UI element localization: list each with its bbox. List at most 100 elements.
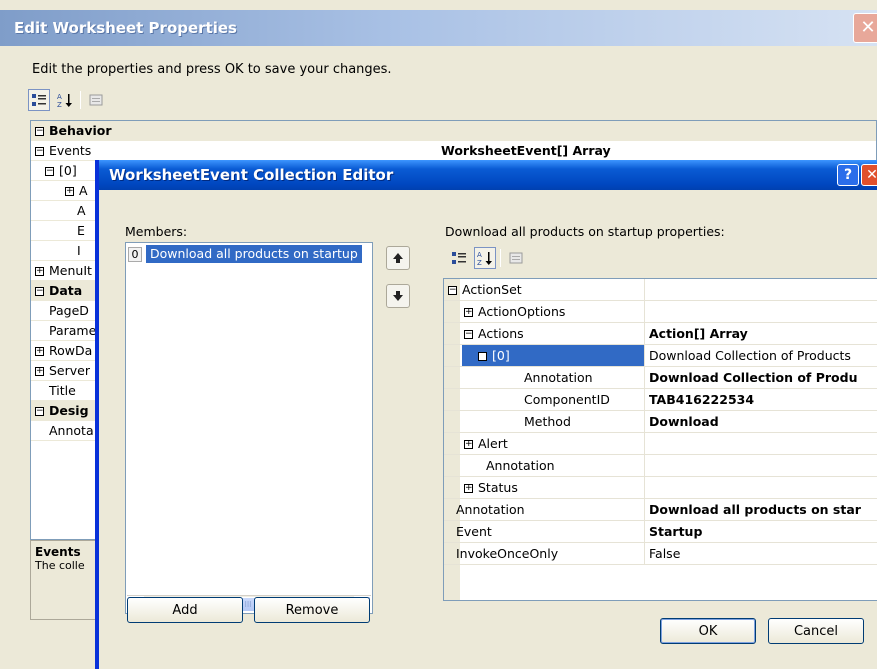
help-title: Events — [35, 545, 81, 559]
property-value[interactable]: TAB416222534 — [644, 389, 877, 410]
collapse-icon[interactable]: − — [45, 167, 54, 176]
expand-icon[interactable]: + — [464, 440, 473, 449]
collapse-icon[interactable]: − — [478, 352, 487, 361]
categorized-icon — [32, 94, 46, 106]
dialog-property-grid[interactable]: − ActionSet + ActionOptions − Actions Action[]… — [443, 278, 877, 601]
help-text: The colle — [35, 559, 85, 572]
dialog-toolbar: AZ — [448, 246, 527, 270]
property-row[interactable]: Annotation Download Collection of Produ — [444, 367, 877, 389]
sort-az-icon: AZ — [477, 251, 492, 266]
collapse-icon[interactable]: − — [35, 287, 44, 296]
property-row[interactable]: + Status — [444, 477, 877, 499]
outer-grid-label: − Behavior — [31, 123, 441, 138]
property-name: − Actions — [464, 323, 524, 344]
list-item[interactable]: 0 Download all products on startup — [128, 245, 362, 263]
property-value[interactable] — [644, 279, 877, 300]
property-row[interactable]: + ActionOptions — [444, 301, 877, 323]
property-value[interactable]: Download all products on star — [644, 499, 877, 520]
outer-toolbar: AZ — [28, 88, 107, 112]
remove-button[interactable]: Remove — [254, 597, 370, 623]
expand-icon[interactable]: + — [65, 187, 74, 196]
add-button[interactable]: Add — [127, 597, 243, 623]
members-label: Members: — [125, 224, 188, 239]
collapse-icon[interactable]: − — [464, 330, 473, 339]
collapse-icon[interactable]: − — [448, 286, 457, 295]
property-name: Annotation — [524, 367, 593, 388]
property-value[interactable]: False — [644, 543, 877, 564]
expand-icon[interactable]: + — [35, 367, 44, 376]
property-row[interactable]: − ActionSet — [444, 279, 877, 301]
arrow-up-icon — [393, 253, 403, 263]
property-value[interactable] — [644, 455, 877, 476]
outer-grid-label-text: Behavior — [49, 123, 112, 138]
outer-close-button[interactable]: ✕ — [853, 13, 877, 43]
expand-icon[interactable]: + — [464, 308, 473, 317]
outer-title-bar[interactable]: Edit Worksheet Properties ✕ — [0, 10, 877, 46]
alphabetical-button[interactable]: AZ — [54, 89, 76, 111]
outer-grid-label-text: MenuIt — [49, 263, 92, 278]
collapse-icon[interactable]: − — [35, 407, 44, 416]
property-name-text: [0] — [492, 348, 510, 363]
property-name: + ActionOptions — [464, 301, 565, 322]
outer-grid-label-text: E — [77, 223, 85, 238]
collapse-icon[interactable]: − — [35, 127, 44, 136]
property-value[interactable]: Startup — [644, 521, 877, 542]
property-name-text: ComponentID — [524, 392, 610, 407]
toolbar-separator — [500, 249, 501, 267]
property-name: Annotation — [456, 499, 525, 520]
outer-grid-label: − Events — [31, 143, 441, 158]
property-value[interactable]: Download Collection of Produ — [644, 367, 877, 388]
dialog-categorized-button[interactable] — [448, 247, 470, 269]
cancel-button[interactable]: Cancel — [768, 618, 864, 644]
property-row[interactable]: Annotation Download all products on star — [444, 499, 877, 521]
svg-text:Z: Z — [477, 259, 482, 266]
property-row[interactable]: − Actions Action[] Array — [444, 323, 877, 345]
sort-az-icon: AZ — [57, 93, 72, 108]
outer-description: Edit the properties and press OK to save… — [32, 62, 392, 77]
property-pages-button[interactable] — [85, 89, 107, 111]
dialog-title: WorksheetEvent Collection Editor — [109, 166, 394, 184]
outer-grid-label-text: Parame — [49, 323, 97, 338]
property-row[interactable]: Annotation — [444, 455, 877, 477]
members-list[interactable]: 0 Download all products on startup ◀ III… — [125, 242, 373, 614]
arrow-down-icon — [393, 291, 403, 301]
outer-grid-label-text: Desig — [49, 403, 89, 418]
outer-window-title: Edit Worksheet Properties — [14, 19, 237, 37]
outer-grid-label-text: Annota — [49, 423, 94, 438]
member-text: Download all products on startup — [146, 245, 362, 263]
property-value[interactable] — [644, 433, 877, 454]
dialog-property-pages-button[interactable] — [505, 247, 527, 269]
ok-button[interactable]: OK — [660, 618, 756, 644]
outer-grid-label-text: Title — [49, 383, 76, 398]
property-value[interactable]: Download — [644, 411, 877, 432]
property-row[interactable]: InvokeOnceOnly False — [444, 543, 877, 565]
property-name-text: Status — [478, 480, 518, 495]
property-value[interactable]: Action[] Array — [644, 323, 877, 344]
property-row[interactable]: − [0] Download Collection of Products — [444, 345, 877, 367]
expand-icon[interactable]: + — [35, 267, 44, 276]
dialog-alphabetical-button[interactable]: AZ — [474, 247, 496, 269]
property-row[interactable]: ComponentID TAB416222534 — [444, 389, 877, 411]
property-name-text: Alert — [478, 436, 508, 451]
property-value[interactable] — [644, 301, 877, 322]
expand-icon[interactable]: + — [464, 484, 473, 493]
collapse-icon[interactable]: − — [35, 147, 44, 156]
move-up-button[interactable] — [386, 246, 410, 270]
property-value[interactable] — [644, 477, 877, 498]
dialog-help-button[interactable]: ? — [837, 164, 859, 186]
outer-grid-row[interactable]: − Events WorksheetEvent[] Array — [31, 141, 876, 161]
property-row[interactable]: Event Startup — [444, 521, 877, 543]
move-down-button[interactable] — [386, 284, 410, 308]
categorized-button[interactable] — [28, 89, 50, 111]
property-name: − [0] — [462, 345, 644, 366]
expand-icon[interactable]: + — [35, 347, 44, 356]
properties-label: Download all products on startup propert… — [445, 224, 725, 239]
dialog-title-bar[interactable]: WorksheetEvent Collection Editor ? ✕ — [99, 160, 877, 190]
dialog-close-button[interactable]: ✕ — [861, 164, 877, 186]
property-row[interactable]: Method Download — [444, 411, 877, 433]
property-row[interactable]: + Alert — [444, 433, 877, 455]
property-value[interactable]: Download Collection of Products — [644, 345, 877, 366]
outer-grid-label-text: [0] — [59, 163, 77, 178]
outer-grid-row[interactable]: − Behavior — [31, 121, 876, 141]
collection-editor-dialog: WorksheetEvent Collection Editor ? ✕ Mem… — [95, 160, 877, 669]
